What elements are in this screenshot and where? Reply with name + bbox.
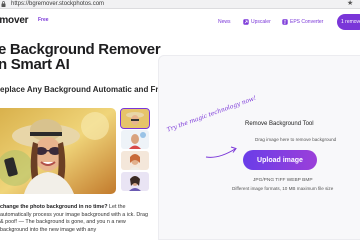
nav-news-link[interactable]: News <box>218 19 231 25</box>
lock-icon <box>1 1 6 7</box>
file-size-limit: Different image formats, 10 MB maximum f… <box>232 186 334 191</box>
upload-dropzone[interactable] <box>158 55 360 240</box>
sample-thumbnail[interactable] <box>120 108 150 129</box>
sample-thumbnails <box>120 108 150 193</box>
sample-thumbnail[interactable] <box>121 130 149 149</box>
nav-eps-converter-link[interactable]: EPS Converter <box>282 18 323 26</box>
upload-image-button[interactable]: Upload image <box>243 150 317 170</box>
url-text[interactable]: https://bgremover.stockphotos.com <box>11 0 104 8</box>
sample-thumbnail[interactable] <box>121 172 149 191</box>
hero-title: e Background Remover n Smart AI <box>0 42 161 73</box>
remove-cta-button[interactable]: 1 remove <box>337 14 360 30</box>
bookmark-star-icon[interactable]: ★ <box>347 0 353 8</box>
nav-upscaler-label: Upscaler <box>251 19 271 25</box>
sample-thumbnail[interactable] <box>121 151 149 170</box>
nav-upscaler-link[interactable]: Upscaler <box>243 18 271 26</box>
hero-sample-photo <box>0 108 116 194</box>
tool-title: Remove Background Tool <box>245 121 314 127</box>
hero-subtitle: eplace Any Background Automatic and Free <box>0 85 168 94</box>
supported-formats: JPG/PNG TIFF WEBP BMP <box>253 178 313 183</box>
hero-description-lead: change the photo background in no time? <box>0 204 108 210</box>
nav-eps-label: EPS Converter <box>290 19 324 25</box>
eps-converter-icon <box>282 19 288 25</box>
address-bar[interactable]: https://bgremover.stockphotos.com ★ <box>0 0 360 9</box>
hero-title-line2: n Smart AI <box>0 56 70 73</box>
curved-arrow-icon <box>205 146 237 158</box>
site-logo[interactable]: emover <box>0 15 29 26</box>
logo-free-badge: Free <box>38 17 49 23</box>
hero-description: change the photo background in no time? … <box>0 204 150 234</box>
upscale-icon <box>243 19 249 25</box>
drag-hint: Drag image here to remove background <box>255 137 337 142</box>
